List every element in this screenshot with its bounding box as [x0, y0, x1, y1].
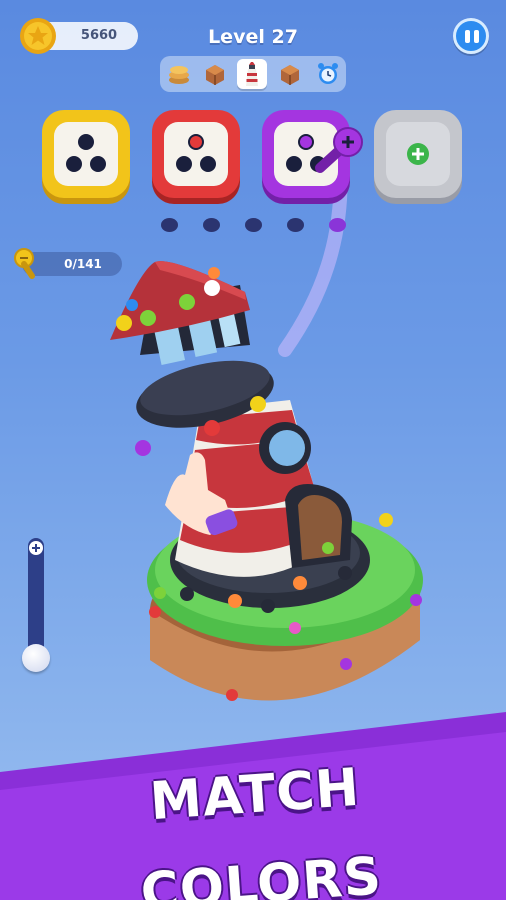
alarm-clock-icon: [318, 63, 338, 84]
screw-hole: [78, 134, 94, 150]
holding-slot: [245, 218, 262, 232]
screw-hole: [286, 156, 302, 172]
coin-count: 5660: [80, 28, 118, 43]
pause-icon: [474, 30, 479, 43]
crate-icon: [206, 65, 224, 85]
goal-slot-current: [237, 59, 267, 89]
add-box-icon: [407, 143, 429, 165]
screw-box-tray: [386, 122, 450, 186]
screw-box-yellow[interactable]: [42, 110, 130, 198]
goal-slot: [200, 59, 230, 89]
screw-box-locked[interactable]: [374, 110, 462, 198]
holding-slot: [203, 218, 220, 232]
pancake-stack-icon: [169, 66, 189, 84]
screw-box-red[interactable]: [152, 110, 240, 198]
lighthouse-icon: [246, 62, 258, 86]
holding-slot: [287, 218, 304, 232]
goal-slot: [313, 59, 343, 89]
screw-hole: [66, 156, 82, 172]
screw-filled: [188, 134, 204, 150]
purple-screw-icon: [315, 127, 363, 173]
zoom-slider-knob[interactable]: [22, 644, 50, 672]
screw-hole: [90, 156, 106, 172]
goal-slot: [275, 59, 305, 89]
crate-icon: [281, 65, 299, 85]
level-title: Level 27: [208, 26, 298, 48]
pause-button[interactable]: [453, 18, 489, 54]
screw-hole: [176, 156, 192, 172]
screw-hole: [200, 156, 216, 172]
screw-counter: 0/141: [64, 257, 102, 271]
holding-slot: [329, 218, 346, 232]
coin-icon: [20, 18, 56, 54]
holding-slot: [161, 218, 178, 232]
screw-icon: [14, 248, 35, 279]
goal-slot: [164, 59, 194, 89]
screw-box-tray: [164, 122, 228, 186]
zoom-in-icon: [29, 541, 43, 555]
screw-box-tray: [54, 122, 118, 186]
pause-icon: [465, 30, 470, 43]
